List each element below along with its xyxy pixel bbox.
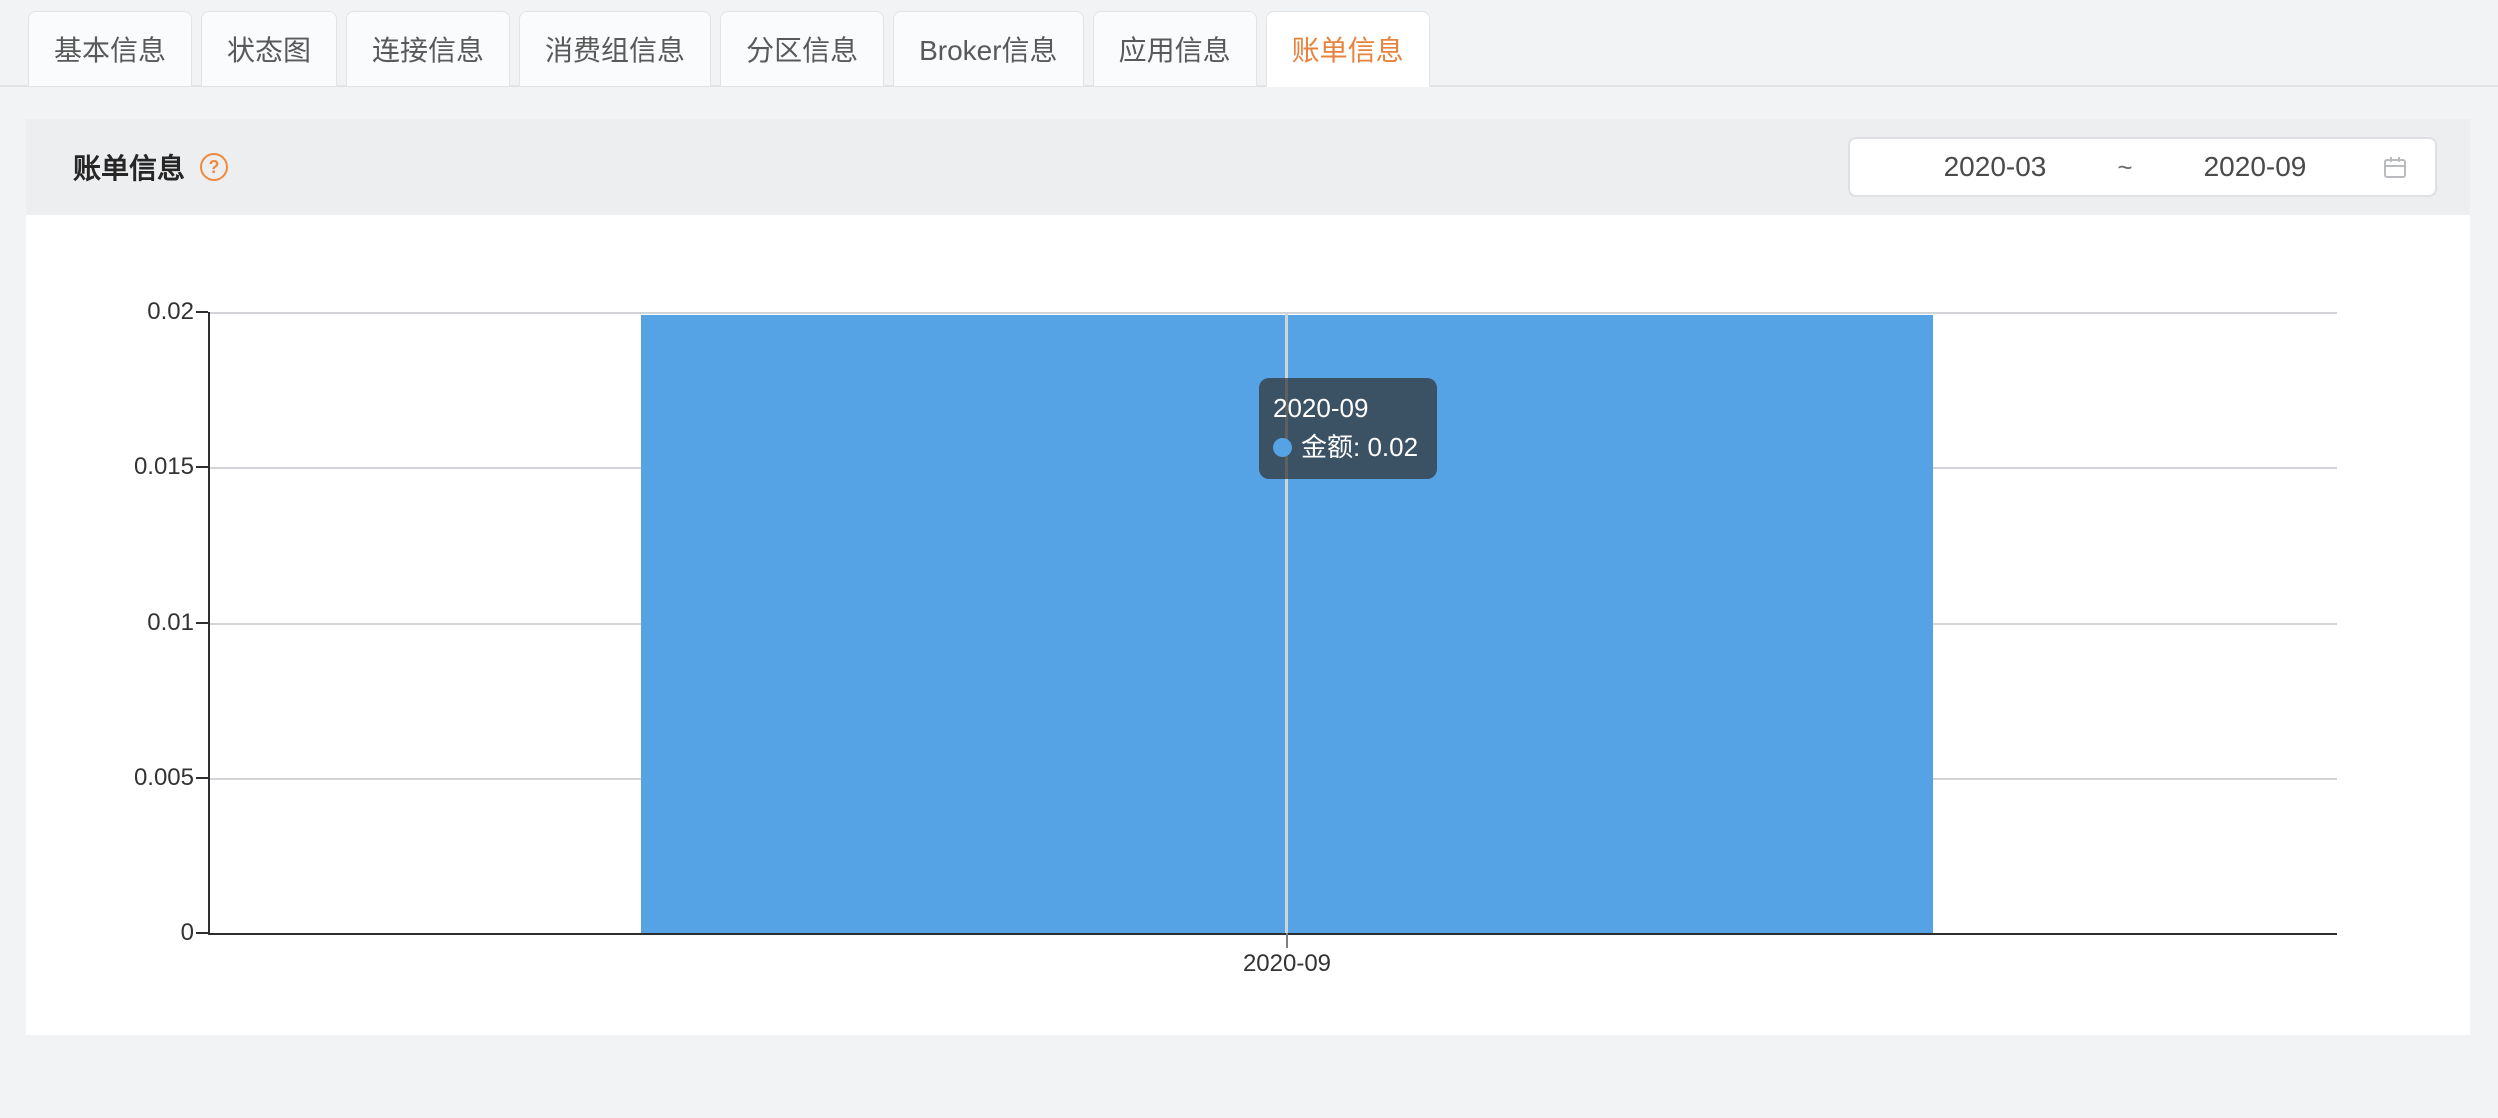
x-tick <box>1286 933 1288 948</box>
tab-billing-info[interactable]: 账单信息 <box>1266 11 1430 87</box>
y-axis-label: 0.02 <box>56 297 194 327</box>
tooltip-value: 金额: 0.02 <box>1301 427 1418 467</box>
billing-section-header: 账单信息 ? 2020-03 ~ 2020-09 <box>26 119 2470 215</box>
y-axis-label: 0.01 <box>56 608 194 638</box>
tab-status-chart[interactable]: 状态图 <box>201 11 337 87</box>
tab-connection-info[interactable]: 连接信息 <box>346 11 510 87</box>
tab-label: 状态图 <box>227 29 311 69</box>
tab-basic-info[interactable]: 基本信息 <box>28 11 192 87</box>
tab-application-info[interactable]: 应用信息 <box>1093 11 1257 87</box>
tab-consumer-group-info[interactable]: 消费组信息 <box>519 11 711 87</box>
y-tick <box>196 622 208 624</box>
chart-tooltip: 2020-09 金额: 0.02 <box>1259 378 1437 479</box>
range-end-input[interactable]: 2020-09 <box>2170 151 2340 183</box>
range-separator: ~ <box>2080 152 2170 183</box>
calendar-icon[interactable] <box>2381 153 2409 181</box>
x-axis-line <box>208 933 2337 935</box>
y-axis-label: 0.015 <box>56 452 194 482</box>
billing-chart-panel: 0.02 0.015 0.01 0.005 0 2020-09 2020-09 … <box>26 215 2470 1035</box>
y-tick <box>196 311 208 313</box>
y-tick <box>196 932 208 934</box>
tabbar: 基本信息 状态图 连接信息 消费组信息 分区信息 Broker信息 应用信息 账… <box>28 11 1430 87</box>
tooltip-title: 2020-09 <box>1273 389 1423 427</box>
y-axis-label: 0 <box>56 918 194 948</box>
gridline-0-02 <box>208 312 2337 314</box>
page-title: 账单信息 <box>73 147 185 187</box>
y-axis-label: 0.005 <box>56 763 194 793</box>
tab-label: Broker信息 <box>919 29 1057 69</box>
help-glyph: ? <box>209 157 220 178</box>
tab-label: 消费组信息 <box>545 29 685 69</box>
billing-bar-chart: 0.02 0.015 0.01 0.005 0 2020-09 2020-09 … <box>26 215 2470 1035</box>
tab-label: 连接信息 <box>372 29 484 69</box>
y-tick <box>196 777 208 779</box>
section-title-wrap: 账单信息 ? <box>26 147 228 187</box>
series-marker-dot <box>1273 438 1292 457</box>
x-axis-label: 2020-09 <box>1187 950 1387 978</box>
help-icon[interactable]: ? <box>200 153 228 181</box>
tab-label: 基本信息 <box>54 29 166 69</box>
y-axis-line <box>208 312 210 935</box>
y-tick <box>196 466 208 468</box>
month-range-picker[interactable]: 2020-03 ~ 2020-09 <box>1848 137 2437 197</box>
tab-partition-info[interactable]: 分区信息 <box>720 11 884 87</box>
tab-broker-info[interactable]: Broker信息 <box>893 11 1083 87</box>
tab-label: 账单信息 <box>1292 29 1404 69</box>
tab-label: 应用信息 <box>1119 29 1231 69</box>
range-start-input[interactable]: 2020-03 <box>1910 151 2080 183</box>
tab-label: 分区信息 <box>746 29 858 69</box>
